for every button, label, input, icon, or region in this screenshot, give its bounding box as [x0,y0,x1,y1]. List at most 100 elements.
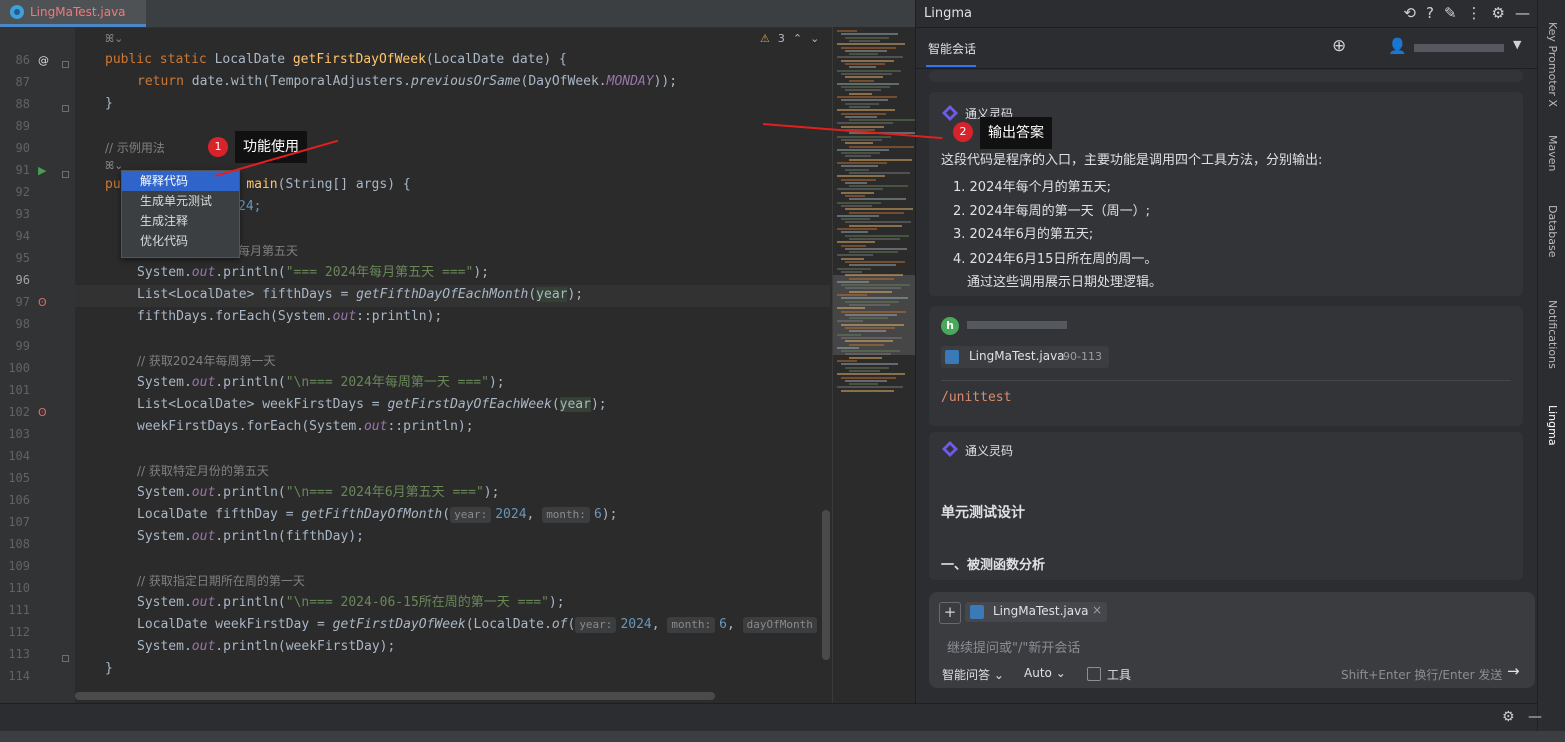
popup-item-generate-comment[interactable]: 生成注释 [122,211,239,231]
minimap-line [849,105,870,108]
answer-intro: 这段代码是程序的入口，主要功能是调用四个工具方法，分别输出: [941,153,1323,168]
line-number: 97 [15,295,30,309]
popup-item-generate-unit-test[interactable]: 生成单元测试 [122,191,239,211]
right-tool-strip: Key Promoter X Maven Database Notificati… [1537,0,1565,742]
input-file-chip[interactable]: LingMaTest.java × [965,602,1107,622]
code-editor[interactable]: LingMaTest.java 86 87 88 89 90 91 92 93 94 95 96 97… [0,0,918,703]
edit-icon[interactable]: ✎ [1444,4,1457,22]
code-minimap[interactable] [832,27,918,703]
minimap-line [841,204,872,207]
line-number: 106 [8,493,30,507]
minimap-line [841,72,892,75]
line-number: 102 [8,405,30,419]
line-number: 104 [8,449,30,463]
java-class-icon [10,5,24,19]
line-number: 90 [15,141,30,155]
code-line-92: 24; [238,199,262,214]
context-file-chip[interactable]: LingMaTest.java 90-113 [941,346,1109,368]
minimap-line [849,290,892,293]
minimap-line [845,89,881,92]
toolwindow-lingma[interactable]: Lingma [1546,405,1559,446]
line-number: 87 [15,75,30,89]
minimap-line [837,360,857,362]
minimap-line [841,46,896,49]
send-arrow-icon[interactable]: → [1507,662,1520,680]
editor-tab-lingmatest[interactable]: LingMaTest.java [0,0,146,27]
minimap-line [837,294,867,296]
minimap-line [837,241,875,244]
step-badge-1: 1 [208,137,228,157]
model-select[interactable]: Auto ⌄ [1024,666,1066,680]
chat-input-placeholder[interactable]: 继续提问或"/"新开会话 [947,637,1080,656]
code-line-112: System.out.println(weekFirstDay); [137,639,396,654]
add-context-button[interactable]: + [939,602,961,624]
lingma-panel: Lingma ⟲ ? ✎ ⋮ ⚙ — 智能会话 ⊕ 👤 ▼ 通义灵码 这段代码是… [915,0,1538,703]
minimap-line [845,181,867,184]
toolwindow-key-promoter[interactable]: Key Promoter X [1546,22,1559,107]
minimap-line [841,350,900,353]
tools-checkbox[interactable] [1087,667,1101,681]
chevron-down-icon[interactable]: ▼ [1513,38,1521,51]
fold-toggle-icon[interactable] [62,61,69,68]
minimap-line [849,369,880,372]
minimap-line [845,340,893,343]
fold-toggle-icon[interactable] [62,171,69,178]
minimap-line [837,82,899,85]
new-chat-icon[interactable]: ⊕ [1332,36,1346,56]
previous-message-card [929,70,1523,82]
minimize-icon[interactable]: — [1528,709,1542,725]
tools-label: 工具 [1107,668,1132,682]
line-number: 111 [8,603,30,617]
help-icon[interactable]: ? [1426,4,1434,22]
gear-icon[interactable]: ⚙ [1502,709,1515,725]
toolwindow-database[interactable]: Database [1546,205,1559,258]
close-icon[interactable]: × [1092,603,1102,617]
fold-toggle-icon[interactable] [62,105,69,112]
breakpoint-lambda-icon[interactable]: ʘ [38,296,47,309]
line-gutter[interactable]: 86 87 88 89 90 91 92 93 94 95 96 97 98 99 100 101 102 103… [0,27,75,703]
line-number: 91 [15,163,30,177]
minimap-line [849,211,904,214]
line-number: 103 [8,427,30,441]
minimap-line [837,56,903,59]
minimap-line [841,376,896,379]
user-icon[interactable]: 👤 [1388,37,1407,55]
editor-horizontal-scrollbar[interactable] [75,692,715,700]
run-icon[interactable]: ▶ [38,164,46,177]
gear-icon[interactable]: ⚙ [1492,4,1505,22]
answer2-heading: 单元测试设计 [941,505,1025,521]
popup-item-optimize-code[interactable]: 优化代码 [122,231,239,251]
minimap-line [837,148,889,151]
more-icon[interactable]: ⋮ [1467,4,1482,22]
minimap-line [841,33,898,36]
bot-name: 通义灵码 [965,444,1014,458]
minimap-line [841,99,888,102]
minimap-line [849,224,902,227]
toolwindow-maven[interactable]: Maven [1546,135,1559,171]
ai-lens-icon[interactable]: ꕤ⌄ [105,32,123,46]
minimap-line [837,214,879,217]
toolwindow-notifications[interactable]: Notifications [1546,300,1559,369]
editor-vertical-scrollbar[interactable] [822,510,830,660]
tab-smart-chat[interactable]: 智能会话 [928,40,976,57]
minimap-line [849,330,886,333]
user-command: /unittest [941,390,1012,405]
minimap-line [845,155,871,158]
minimize-icon[interactable]: — [1515,4,1530,22]
minimap-line [837,320,863,323]
mode-select[interactable]: 智能问答 ⌄ [942,666,1004,683]
answer-item-3: 3. 2024年6月的第五天; [953,227,1094,242]
code-area[interactable]: ꕤ⌄ public static LocalDate getFirstDayOf… [75,27,830,703]
history-icon[interactable]: ⟲ [1403,4,1416,22]
minimap-line [837,135,891,138]
fold-toggle-icon[interactable] [62,655,69,662]
line-number: 95 [15,251,30,265]
minimap-line [837,122,893,125]
code-line-90: // 示例用法 [105,141,165,155]
override-marker-icon[interactable]: @ [38,54,49,67]
input-file-name: LingMaTest.java [993,604,1089,618]
breakpoint-lambda-icon[interactable]: ʘ [38,406,47,419]
code-line-101: List<LocalDate> weekFirstDays = getFirst… [137,397,607,412]
minimap-line [845,234,909,237]
minimap-line [845,195,865,197]
